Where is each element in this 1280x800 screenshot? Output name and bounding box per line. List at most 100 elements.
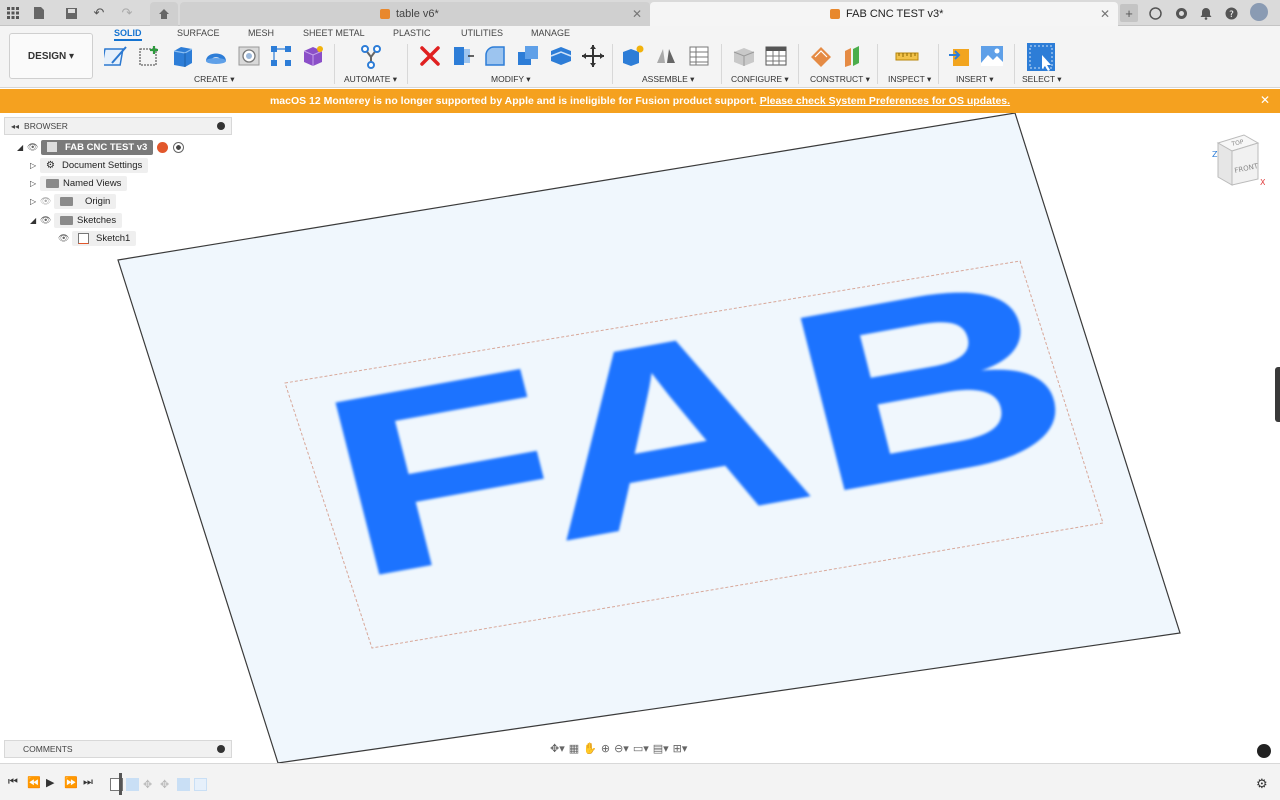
modify-group-label[interactable]: MODIFY ▾ xyxy=(491,74,531,85)
timeline-feature-icon[interactable]: ✥ xyxy=(143,778,156,791)
timeline-marker[interactable] xyxy=(119,773,122,795)
configure-body-icon[interactable] xyxy=(731,43,757,69)
timeline-settings-gear-icon[interactable]: ⚙ xyxy=(1256,776,1268,792)
timeline-feature-icon[interactable]: ✥ xyxy=(160,778,173,791)
collapse-browser-icon[interactable]: ◂◂ xyxy=(11,122,19,131)
browser-pin-icon[interactable] xyxy=(217,122,225,130)
comments-panel[interactable]: COMMENTS xyxy=(4,740,232,758)
configure-group-label[interactable]: CONFIGURE ▾ xyxy=(731,74,789,85)
close-tab-icon[interactable]: ✕ xyxy=(632,7,642,21)
browser-item-sketches[interactable]: ◢ 👁 Sketches xyxy=(30,212,123,228)
browser-header[interactable]: ◂◂ BROWSER xyxy=(4,117,232,135)
timeline-feature-icon[interactable] xyxy=(177,777,190,791)
display-settings-icon[interactable]: ▭▾ xyxy=(633,742,649,755)
expand-triangle-icon[interactable]: ▷ xyxy=(30,161,40,170)
create-form-icon[interactable] xyxy=(300,43,326,69)
create-sketch-icon[interactable] xyxy=(101,43,130,69)
joint-icon[interactable] xyxy=(653,43,679,69)
automate-icon[interactable] xyxy=(358,43,384,69)
expand-triangle-icon[interactable]: ◢ xyxy=(17,143,27,152)
midplane-icon[interactable] xyxy=(841,43,867,69)
document-tab-fab[interactable]: FAB CNC TEST v3* ✕ xyxy=(650,2,1118,26)
edit-badge-icon[interactable] xyxy=(157,141,169,153)
go-to-end-icon[interactable]: ⏭ xyxy=(83,776,93,789)
design-viewport[interactable]: FAB xyxy=(0,113,1280,763)
browser-item-origin[interactable]: ▷ 👁 Origin xyxy=(30,193,117,209)
tab-utilities[interactable]: UTILITIES xyxy=(461,27,503,41)
extrude-icon[interactable] xyxy=(170,43,196,69)
close-tab-icon[interactable]: ✕ xyxy=(1100,7,1110,21)
insert-canvas-icon[interactable] xyxy=(979,43,1005,69)
save-icon[interactable] xyxy=(62,4,80,22)
grid-settings-icon[interactable]: ▤▾ xyxy=(653,742,669,755)
add-comment-icon[interactable] xyxy=(217,745,225,753)
timeline-feature-icon[interactable] xyxy=(126,777,139,791)
zoom-window-icon[interactable]: ⊖▾ xyxy=(614,742,629,755)
user-avatar[interactable] xyxy=(1250,3,1268,21)
visibility-eye-icon[interactable]: 👁 xyxy=(40,215,54,226)
file-menu-icon[interactable] xyxy=(30,4,48,22)
hidden-eye-icon[interactable]: 👁 xyxy=(40,196,54,207)
tab-sheet-metal[interactable]: SHEET METAL xyxy=(303,27,365,41)
zoom-icon[interactable]: ⊕ xyxy=(601,742,610,755)
sketch-rectangle-icon[interactable] xyxy=(137,43,163,69)
select-icon[interactable] xyxy=(1026,42,1056,72)
close-banner-icon[interactable]: ✕ xyxy=(1260,93,1270,107)
redo-icon[interactable]: ↷ xyxy=(118,4,136,22)
banner-link[interactable]: Please check System Preferences for OS u… xyxy=(760,95,1010,107)
revolve-icon[interactable] xyxy=(203,43,229,69)
inspect-group-label[interactable]: INSPECT ▾ xyxy=(888,74,931,85)
undo-icon[interactable]: ↶ xyxy=(90,4,108,22)
timeline-feature-icon[interactable] xyxy=(194,777,207,791)
timeline-track[interactable]: ✥ ✥ xyxy=(110,773,210,795)
browser-root-item[interactable]: ◢ 👁 FAB CNC TEST v3 xyxy=(17,139,185,155)
home-tab[interactable] xyxy=(150,2,178,26)
tab-manage[interactable]: MANAGE xyxy=(531,27,570,41)
expand-triangle-icon[interactable]: ▷ xyxy=(30,197,40,206)
new-component-icon[interactable] xyxy=(620,43,646,69)
combine-icon[interactable] xyxy=(515,43,541,69)
expand-triangle-icon[interactable]: ▷ xyxy=(30,179,40,188)
insert-derive-icon[interactable] xyxy=(947,43,973,69)
orbit-icon[interactable]: ✥▾ xyxy=(550,742,565,755)
move-copy-icon[interactable] xyxy=(580,43,606,69)
delete-icon[interactable] xyxy=(417,43,443,69)
app-grid-icon[interactable] xyxy=(4,4,22,22)
configuration-table-icon[interactable] xyxy=(763,43,789,69)
offset-plane-icon[interactable] xyxy=(808,43,834,69)
create-group-label[interactable]: CREATE ▾ xyxy=(194,74,234,85)
browser-item-sketch1[interactable]: 👁 Sketch1 xyxy=(58,230,137,246)
new-tab-icon[interactable]: + xyxy=(1120,4,1138,22)
view-cube[interactable]: TOP FRONT Z X xyxy=(1210,133,1266,193)
viewport-scene[interactable]: FAB xyxy=(0,113,1280,763)
pattern-icon[interactable] xyxy=(268,43,294,69)
tab-plastic[interactable]: PLASTIC xyxy=(393,27,431,41)
extensions-icon[interactable] xyxy=(1146,4,1164,22)
workspace-switcher-button[interactable]: DESIGN ▾ xyxy=(9,33,93,79)
construct-group-label[interactable]: CONSTRUCT ▾ xyxy=(810,74,870,85)
tab-surface[interactable]: SURFACE xyxy=(177,27,220,41)
fillet-icon[interactable] xyxy=(482,43,508,69)
pan-icon[interactable]: ✋ xyxy=(583,742,597,755)
shell-icon[interactable] xyxy=(548,43,574,69)
step-back-icon[interactable]: ⏪ xyxy=(27,776,41,789)
panel-expand-handle[interactable] xyxy=(1275,367,1280,422)
bill-of-materials-icon[interactable] xyxy=(686,43,712,69)
notifications-icon[interactable] xyxy=(1197,4,1215,22)
chat-help-icon[interactable] xyxy=(1257,744,1271,758)
hole-icon[interactable] xyxy=(236,43,262,69)
select-group-label[interactable]: SELECT ▾ xyxy=(1022,74,1062,85)
assemble-group-label[interactable]: ASSEMBLE ▾ xyxy=(642,74,694,85)
job-status-icon[interactable] xyxy=(1172,4,1190,22)
collapse-triangle-icon[interactable]: ◢ xyxy=(30,216,40,225)
play-icon[interactable]: ▶ xyxy=(46,776,54,789)
press-pull-icon[interactable] xyxy=(450,43,476,69)
look-at-icon[interactable]: ▦ xyxy=(569,742,579,755)
tab-solid[interactable]: SOLID xyxy=(114,27,142,41)
tab-mesh[interactable]: MESH xyxy=(248,27,274,41)
go-to-start-icon[interactable]: ⏮ xyxy=(8,776,18,789)
measure-icon[interactable] xyxy=(894,43,920,69)
browser-item-document-settings[interactable]: ▷ ⚙ Document Settings xyxy=(30,157,149,173)
visibility-eye-icon[interactable]: 👁 xyxy=(27,142,41,153)
help-icon[interactable]: ? xyxy=(1222,4,1240,22)
